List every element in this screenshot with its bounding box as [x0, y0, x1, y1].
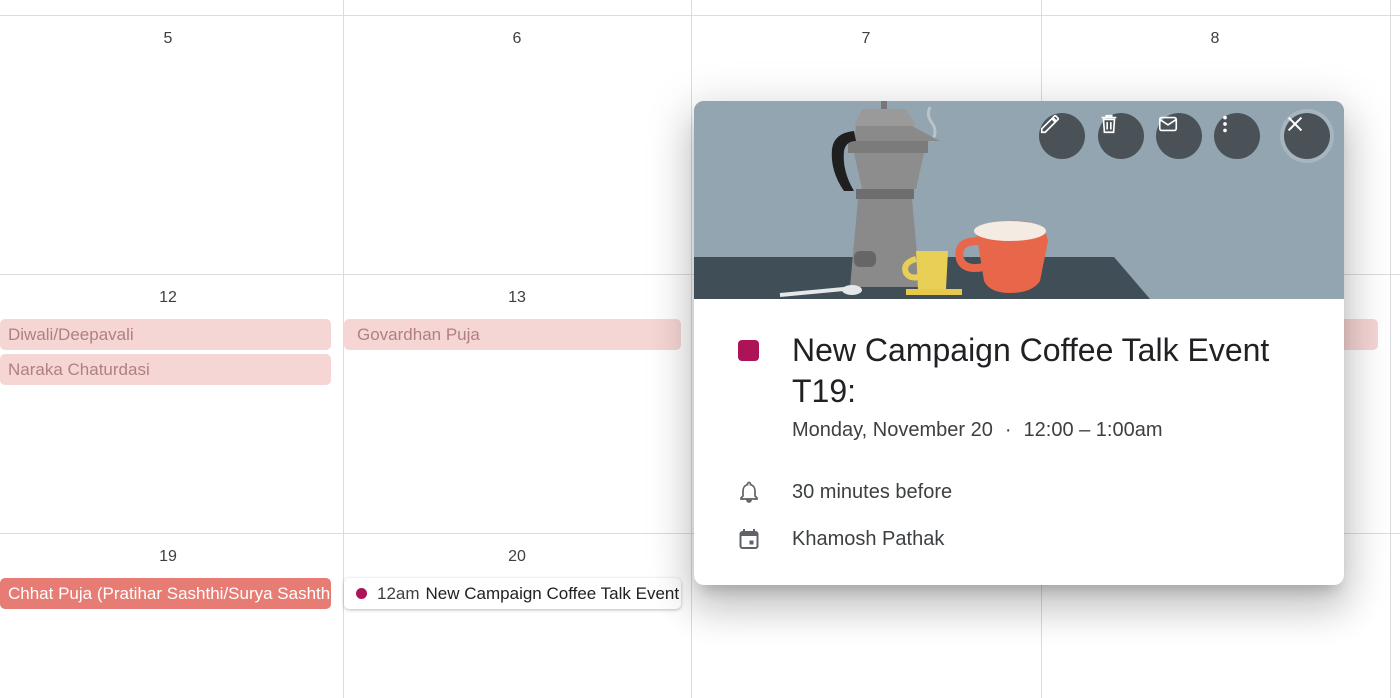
close-icon	[1287, 116, 1303, 132]
event-color-square	[738, 340, 759, 361]
event-chip-title: New Campaign Coffee Talk Event T19:	[425, 584, 681, 603]
event-title: New Campaign Coffee Talk Event T19:	[792, 332, 1270, 409]
day-number[interactable]: 13	[487, 288, 547, 308]
day-number[interactable]: 8	[1185, 29, 1245, 49]
day-number[interactable]: 5	[138, 29, 198, 49]
calendar-icon	[734, 524, 764, 554]
delete-event-button[interactable]	[1098, 113, 1144, 159]
bell-icon	[734, 477, 764, 507]
edit-event-button[interactable]	[1039, 113, 1085, 159]
pencil-icon	[1040, 114, 1060, 134]
holiday-chip-naraka-chaturdasi[interactable]: Naraka Chaturdasi	[0, 354, 331, 385]
mail-icon	[1158, 116, 1178, 132]
event-header-illustration	[694, 101, 1344, 299]
event-date: Monday, November 20	[792, 419, 993, 441]
holiday-chip-govardhan-puja[interactable]: Govardhan Puja	[344, 319, 681, 350]
grid-line	[0, 15, 1400, 16]
event-chip-coffee-talk[interactable]: 12am New Campaign Coffee Talk Event T19:	[344, 578, 681, 609]
email-event-button[interactable]	[1156, 113, 1202, 159]
day-number[interactable]: 7	[836, 29, 896, 49]
holiday-chip-chhat-puja[interactable]: Chhat Puja (Pratihar Sashthi/Surya Sasht…	[0, 578, 331, 609]
holiday-chip-diwali[interactable]: Diwali/Deepavali	[0, 319, 331, 350]
calendar-owner-row: Khamosh Pathak	[734, 524, 944, 554]
day-number[interactable]: 6	[487, 29, 547, 49]
grid-line	[691, 0, 692, 698]
event-date-time: Monday, November 20 · 12:00 – 1:00am	[792, 417, 1163, 443]
more-options-button[interactable]	[1214, 113, 1260, 159]
event-details-popover: New Campaign Coffee Talk Event T19: Mond…	[694, 101, 1344, 585]
day-number[interactable]: 19	[138, 547, 198, 567]
date-time-separator: ·	[1004, 419, 1012, 441]
more-vert-icon	[1223, 115, 1227, 133]
event-time-range: 12:00 – 1:00am	[1023, 419, 1163, 441]
reminder-text: 30 minutes before	[792, 481, 953, 503]
calendar-owner-name: Khamosh Pathak	[792, 528, 945, 550]
close-popover-button[interactable]	[1284, 113, 1330, 159]
day-number[interactable]: 20	[487, 547, 547, 567]
grid-line	[1390, 0, 1391, 698]
trash-icon	[1101, 114, 1117, 134]
reminder-row: 30 minutes before	[734, 477, 952, 507]
day-number[interactable]: 12	[138, 288, 198, 308]
holiday-chip-continued[interactable]	[1340, 319, 1378, 350]
event-color-dot	[356, 588, 367, 600]
event-chip-time: 12am	[377, 584, 420, 603]
